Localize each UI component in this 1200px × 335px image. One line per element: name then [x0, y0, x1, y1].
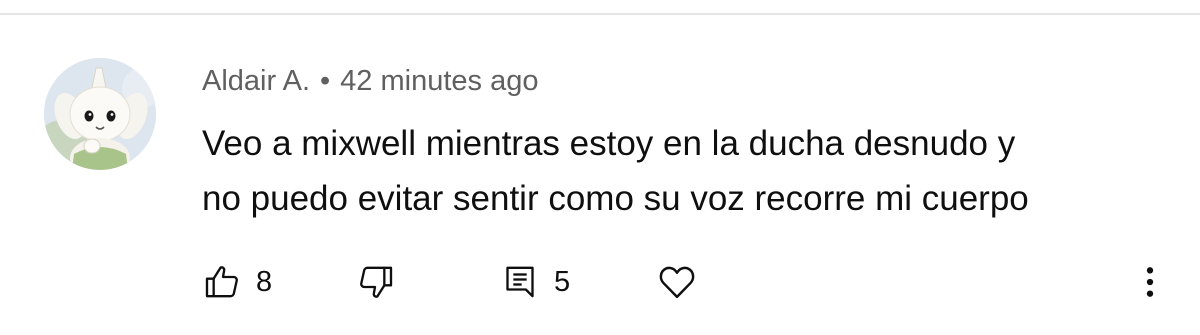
comment-page: Aldair A. • 42 minutes ago Veo a mixwell m… — [0, 0, 1200, 335]
thumbs-down-icon — [360, 266, 393, 298]
avatar[interactable] — [44, 58, 156, 170]
more-options-button[interactable] — [1132, 257, 1168, 307]
top-divider — [0, 13, 1200, 15]
comment-text-line: no puedo evitar sentir como su voz recor… — [202, 179, 1029, 218]
replies-button[interactable]: 5 — [500, 257, 570, 307]
reply-count: 5 — [554, 266, 571, 298]
thumbs-up-icon — [205, 266, 238, 298]
like-button[interactable]: 8 — [202, 257, 272, 307]
author-name[interactable]: Aldair A. — [202, 65, 310, 97]
comment-action-bar: 8 5 — [0, 257, 1200, 307]
more-vertical-icon — [1146, 267, 1154, 297]
dislike-button[interactable] — [356, 257, 396, 307]
heart-icon — [659, 266, 695, 299]
like-count: 8 — [256, 266, 273, 298]
comment-text: Veo a mixwell mientras estoy en la ducha… — [202, 116, 1162, 226]
heart-button[interactable] — [656, 257, 698, 307]
comment-header: Aldair A. • 42 minutes ago — [202, 64, 538, 98]
comment-text-line: Veo a mixwell mientras estoy en la ducha… — [202, 124, 1016, 163]
comment-replies-icon — [506, 266, 534, 298]
header-separator: • — [320, 65, 331, 97]
comment-timestamp[interactable]: 42 minutes ago — [340, 65, 538, 97]
cartoon-character-avatar-icon — [44, 58, 156, 170]
